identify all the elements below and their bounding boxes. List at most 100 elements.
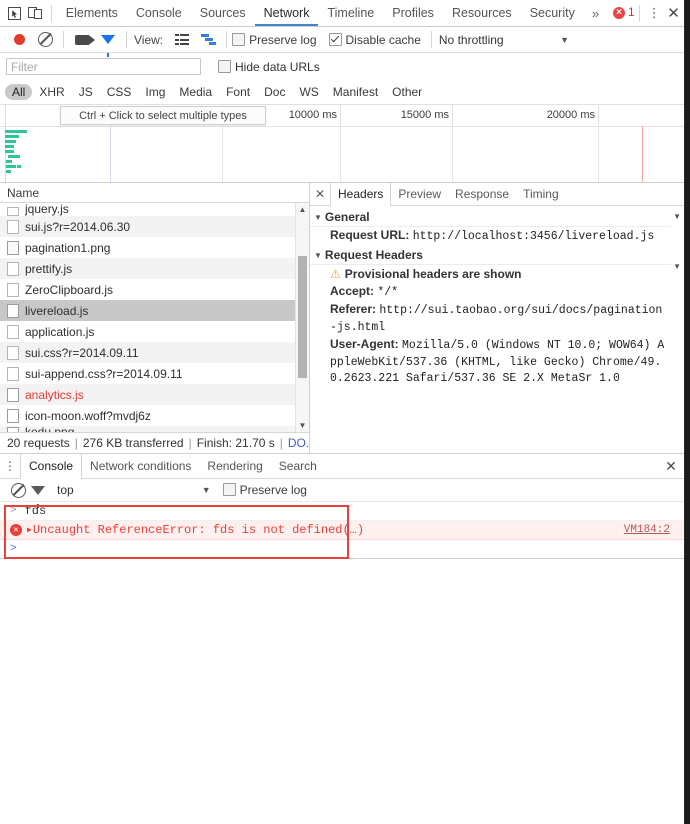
table-row[interactable]: application.js (0, 321, 309, 342)
console-prompt[interactable]: > (0, 540, 684, 558)
type-filter-manifest[interactable]: Manifest (326, 84, 385, 100)
preserve-log-toggle[interactable]: Preserve log (232, 33, 316, 47)
table-row-selected[interactable]: livereload.js (0, 300, 309, 321)
table-row[interactable]: icon-moon.woff?mvdj6z (0, 405, 309, 426)
tab-headers[interactable]: Headers (330, 183, 391, 206)
details-scrollbar[interactable]: ▼ ▼ (671, 206, 684, 453)
console-error-message[interactable]: ✕ ▶ Uncaught ReferenceError: fds is not … (0, 521, 684, 540)
header-key: Accept: (330, 284, 374, 298)
close-drawer-icon[interactable]: ✕ (658, 458, 684, 475)
toolbar-divider (51, 5, 52, 22)
section-request-headers[interactable]: ▼Request Headers (310, 246, 671, 265)
throttling-select[interactable]: No throttling (437, 33, 504, 47)
table-row[interactable]: sui-append.css?r=2014.09.11 (0, 363, 309, 384)
execution-context-caret-icon[interactable]: ▼ (202, 485, 211, 495)
drawer-menu-kebab-icon[interactable]: ⋮ (0, 459, 20, 473)
type-filter-ws[interactable]: WS (292, 84, 325, 100)
table-row[interactable]: sui.css?r=2014.09.11 (0, 342, 309, 363)
table-row-error[interactable]: analytics.js (0, 384, 309, 405)
view-waterfall-icon[interactable] (195, 28, 221, 52)
type-filter-all[interactable]: All (5, 84, 32, 100)
console-preserve-log-toggle[interactable]: Preserve log (223, 483, 307, 497)
finish-time: Finish: 21.70 s (197, 436, 275, 450)
close-devtools-icon[interactable]: ✕ (663, 4, 684, 22)
tab-profiles[interactable]: Profiles (383, 0, 443, 26)
type-filter-doc[interactable]: Doc (257, 84, 292, 100)
disable-cache-toggle[interactable]: Disable cache (329, 33, 421, 47)
drawer-tab-network-conditions[interactable]: Network conditions (82, 454, 199, 478)
console-messages[interactable]: > fds ✕ ▶ Uncaught ReferenceError: fds i… (0, 502, 684, 558)
type-filter-xhr[interactable]: XHR (32, 84, 71, 100)
throttling-caret-icon[interactable]: ▼ (560, 35, 569, 45)
table-row[interactable]: jquery.js (0, 203, 309, 216)
network-split: Name jquery.js sui.js?r=2014.06.30 pagin… (0, 183, 684, 454)
collapse-triangle-icon[interactable]: ▼ (314, 213, 322, 222)
filter-input[interactable] (6, 58, 201, 75)
console-filter-icon[interactable] (28, 478, 48, 502)
scroll-up-icon[interactable]: ▲ (296, 203, 309, 216)
type-filter-other[interactable]: Other (385, 84, 429, 100)
error-source-link[interactable]: VM184:2 (624, 524, 670, 536)
requests-column-header[interactable]: Name (0, 183, 309, 203)
console-preserve-log-checkbox[interactable] (223, 483, 236, 496)
type-filter-js[interactable]: JS (72, 84, 100, 100)
drawer-tab-rendering[interactable]: Rendering (199, 454, 270, 478)
tab-timeline[interactable]: Timeline (318, 0, 383, 26)
error-badge[interactable]: × 1 (613, 7, 634, 19)
tab-elements[interactable]: Elements (57, 0, 127, 26)
header-key: User-Agent: (330, 337, 399, 351)
disable-cache-checkbox[interactable] (329, 33, 342, 46)
scroll-up-icon[interactable]: ▼ (673, 212, 681, 221)
view-list-icon[interactable] (169, 28, 195, 52)
execution-context-select[interactable]: top (57, 483, 74, 497)
tab-response[interactable]: Response (448, 183, 516, 205)
image-file-icon (7, 241, 19, 255)
section-general[interactable]: ▼General (310, 208, 671, 227)
preserve-log-checkbox[interactable] (232, 33, 245, 46)
table-row[interactable]: prettify.js (0, 258, 309, 279)
type-filter-font[interactable]: Font (219, 84, 257, 100)
tab-sources[interactable]: Sources (191, 0, 255, 26)
tab-security[interactable]: Security (521, 0, 584, 26)
filter-toggle-icon[interactable] (95, 28, 121, 52)
tab-timing[interactable]: Timing (516, 183, 566, 205)
resource-type-filters: All XHR JS CSS Img Media Font Doc WS Man… (0, 80, 684, 105)
type-filter-img[interactable]: Img (138, 84, 172, 100)
header-row: User-Agent: Mozilla/5.0 (Windows NT 10.0… (310, 336, 671, 388)
hide-data-urls-toggle[interactable]: Hide data URLs (218, 60, 320, 74)
drawer-tab-search[interactable]: Search (271, 454, 325, 478)
scroll-down-icon[interactable]: ▼ (296, 419, 309, 432)
overview-graph[interactable] (0, 126, 684, 182)
scroll-down-icon[interactable]: ▼ (673, 262, 681, 271)
tab-console[interactable]: Console (127, 0, 191, 26)
requests-scrollbar[interactable]: ▲ ▼ (295, 203, 309, 432)
record-button[interactable] (6, 28, 32, 52)
close-details-icon[interactable]: ✕ (310, 187, 330, 201)
transferred-size: 276 KB transferred (83, 436, 184, 450)
table-row[interactable]: pagination1.png (0, 237, 309, 258)
capture-screenshots-icon[interactable] (69, 28, 95, 52)
clear-console-icon[interactable] (8, 478, 28, 502)
device-toolbar-icon[interactable] (25, 1, 46, 25)
drawer-tab-console[interactable]: Console (20, 454, 82, 479)
expand-triangle-icon[interactable]: ▶ (27, 525, 32, 535)
network-overview[interactable]: 5000 ms 10000 ms 15000 ms 20000 ms Ctrl … (0, 105, 684, 183)
console-preserve-log-label: Preserve log (240, 483, 307, 497)
collapse-triangle-icon[interactable]: ▼ (314, 251, 322, 260)
table-row[interactable]: sui.js?r=2014.06.30 (0, 216, 309, 237)
tab-resources[interactable]: Resources (443, 0, 521, 26)
clear-button[interactable] (32, 28, 58, 52)
inspect-element-icon[interactable] (4, 1, 25, 25)
type-filter-media[interactable]: Media (172, 84, 219, 100)
tab-network[interactable]: Network (255, 0, 319, 26)
requests-list[interactable]: jquery.js sui.js?r=2014.06.30 pagination… (0, 203, 309, 432)
more-tabs-icon[interactable]: » (584, 6, 607, 21)
console-input-echo[interactable]: > fds (0, 502, 684, 521)
header-key: Referer: (330, 302, 376, 316)
table-row[interactable]: ZeroClipboard.js (0, 279, 309, 300)
tab-preview[interactable]: Preview (391, 183, 448, 205)
scrollbar-thumb[interactable] (298, 256, 307, 378)
type-filter-css[interactable]: CSS (100, 84, 139, 100)
main-menu-kebab-icon[interactable]: ⋮ (645, 5, 663, 21)
hide-data-urls-checkbox[interactable] (218, 60, 231, 73)
